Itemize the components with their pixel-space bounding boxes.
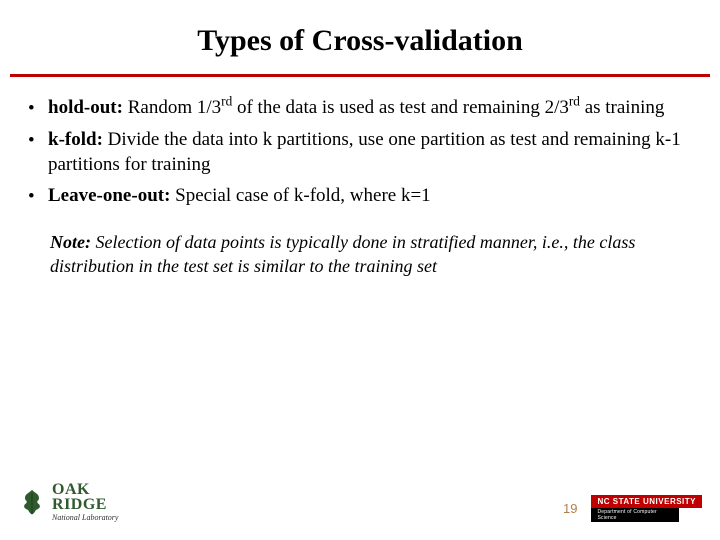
bullet-text: Leave-one-out: Special case of k-fold, w… — [48, 183, 692, 209]
bullet-holdout: • hold-out: Random 1/3rd of the data is … — [28, 95, 692, 121]
oak-leaf-icon — [18, 488, 46, 516]
bullet-term: Leave-one-out: — [48, 185, 170, 206]
bullet-list: • hold-out: Random 1/3rd of the data is … — [28, 95, 692, 209]
bullet-frag: of the data is used as test and remainin… — [232, 97, 569, 118]
bullet-frag: as training — [580, 97, 664, 118]
bullet-dot: • — [28, 183, 48, 209]
content-area: • hold-out: Random 1/3rd of the data is … — [0, 95, 720, 279]
ncsu-top: NC STATE UNIVERSITY — [591, 495, 702, 508]
title-divider — [10, 74, 710, 77]
sup-rd: rd — [569, 94, 580, 109]
footer: OAK RIDGE National Laboratory 19 NC STAT… — [18, 482, 702, 522]
ornl-logo: OAK RIDGE National Laboratory — [18, 482, 118, 522]
slide: Types of Cross-validation • hold-out: Ra… — [0, 0, 720, 540]
bullet-text: hold-out: Random 1/3rd of the data is us… — [48, 95, 692, 121]
page-number: 19 — [563, 501, 577, 516]
ncsu-logo: NC STATE UNIVERSITY Department of Comput… — [591, 495, 702, 522]
ornl-text: OAK RIDGE National Laboratory — [52, 482, 118, 522]
bullet-frag: Random 1/3 — [123, 97, 221, 118]
bullet-frag: Divide the data into k partitions, use o… — [48, 129, 681, 175]
bullet-leaveoneout: • Leave-one-out: Special case of k-fold,… — [28, 183, 692, 209]
bullet-term: k-fold: — [48, 129, 103, 150]
sup-rd: rd — [221, 94, 232, 109]
ornl-line2-big: R — [52, 496, 64, 513]
ornl-sub: National Laboratory — [52, 514, 118, 522]
note-text: Selection of data points is typically do… — [50, 232, 635, 276]
footer-right: 19 NC STATE UNIVERSITY Department of Com… — [563, 495, 702, 522]
bullet-dot: • — [28, 127, 48, 177]
slide-title: Types of Cross-validation — [0, 0, 720, 74]
bullet-term: hold-out: — [48, 97, 123, 118]
bullet-dot: • — [28, 95, 48, 121]
bullet-text: k-fold: Divide the data into k partition… — [48, 127, 692, 177]
bullet-kfold: • k-fold: Divide the data into k partiti… — [28, 127, 692, 177]
ornl-line2-rest: IDGE — [64, 496, 107, 513]
bullet-frag: Special case of k-fold, where k=1 — [170, 185, 430, 206]
note-block: Note: Selection of data points is typica… — [28, 231, 692, 279]
ncsu-bot: Department of Computer Science — [591, 508, 679, 522]
note-label: Note: — [50, 232, 91, 252]
